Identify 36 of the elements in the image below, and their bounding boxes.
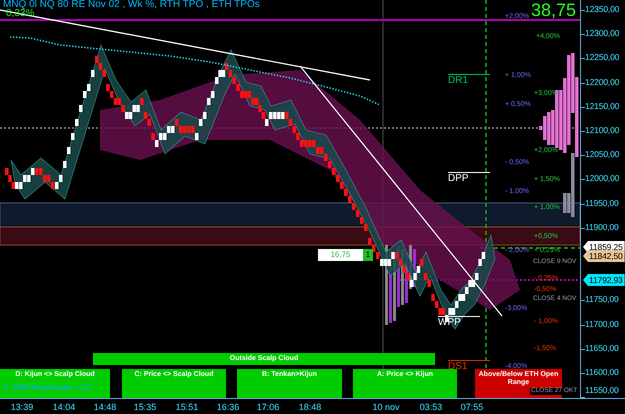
copyright-text: © 2020 NinjaTrader, LLC [3,384,92,392]
time-tick-label: 07:55 [460,403,484,412]
time-tick-label: 10 nov [372,403,400,412]
price-tick-label: 11750,00 [585,295,619,304]
pivot-label: DR1 [448,76,468,86]
time-tick-label: 03:53 [420,403,442,412]
price-tick-label: 11900,00 [585,222,619,232]
price-tick-label: 11950,00 [585,198,619,208]
pivot-label: DPP [448,174,469,184]
time-tick-label: 13:39 [10,403,34,412]
price-tick-label: 12000,00 [585,174,620,183]
price-marker: 11792,93 [583,274,625,286]
chart-title: MNQ 0l NQ 80 RE Nov 02 , Wk %, RTH TPO , ETH TPOs [3,0,260,10]
position-price: 16,75 [318,249,363,261]
price-tick-label: 12200,00 [585,78,620,86]
price-tick-label: 12100,00 [585,126,620,135]
pivot-label: DS1 [448,362,468,372]
time-tick-label: 17:06 [256,403,280,412]
time-tick-label: 18:48 [298,403,322,412]
time-tick-label: 16:36 [216,403,240,412]
price-tick-label: 11650,00 [585,344,619,352]
price-tick-label: 12250,00 [585,53,620,62]
time-tick-label: 14:48 [94,403,116,412]
time-tick-label: 15:51 [176,403,198,412]
price-tick-label: 11700,00 [585,320,619,328]
price-tick-label: 12300,00 [585,29,620,38]
price-change-reading: 38,75 [530,1,576,19]
price-tick-label: 11600,00 [585,368,619,377]
time-tick-label: 14:04 [52,403,76,412]
price-marker: 11842,50 [583,250,625,262]
time-tick-label: 15:35 [134,403,156,412]
price-tick-label: 11550,00 [585,386,619,395]
price-tick-label: 12150,00 [585,102,620,110]
position-quantity: 1 [363,249,373,261]
price-tick-label: 12050,00 [585,150,620,159]
price-tick-label: 12350,00 [585,5,620,14]
